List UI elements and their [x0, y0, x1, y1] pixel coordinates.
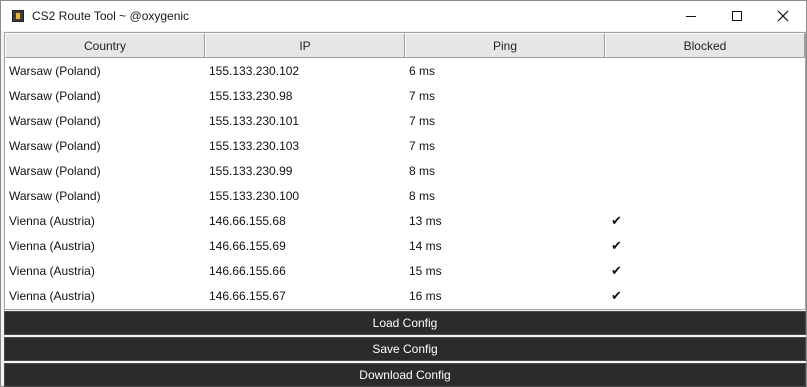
title-bar[interactable]: CS2 Route Tool ~ @oxygenic [1, 1, 806, 31]
cell-country: Vienna (Austria) [9, 213, 95, 228]
minimize-icon [686, 15, 696, 17]
cell-ping: 13 ms [409, 213, 442, 228]
app-window: CS2 Route Tool ~ @oxygenic Country IP Pi… [0, 0, 807, 387]
cell-country: Vienna (Austria) [9, 263, 95, 278]
download-config-button[interactable]: Download Config [4, 363, 806, 387]
cell-ip: 146.66.155.68 [209, 213, 286, 228]
cell-ping: 6 ms [409, 63, 436, 78]
cell-ip: 155.133.230.103 [209, 138, 300, 153]
window-title: CS2 Route Tool ~ @oxygenic [32, 9, 190, 23]
cell-ip: 146.66.155.69 [209, 238, 286, 253]
save-config-button[interactable]: Save Config [4, 337, 806, 361]
cell-country: Warsaw (Poland) [9, 113, 101, 128]
table-row[interactable]: Warsaw (Poland) 155.133.230.102 6 ms [5, 58, 805, 83]
cell-ping: 16 ms [409, 288, 442, 303]
cell-ping: 14 ms [409, 238, 442, 253]
load-config-button[interactable]: Load Config [4, 311, 806, 335]
server-table: Country IP Ping Blocked Warsaw (Poland) 1… [4, 32, 806, 310]
cell-ip: 155.133.230.100 [209, 188, 300, 203]
cell-ping: 8 ms [409, 163, 436, 178]
cell-country: Warsaw (Poland) [9, 188, 101, 203]
cell-country: Warsaw (Poland) [9, 138, 101, 153]
table-row[interactable]: Warsaw (Poland) 155.133.230.103 7 ms [5, 133, 805, 158]
cell-ping: 15 ms [409, 263, 442, 278]
cell-ip: 155.133.230.102 [209, 63, 300, 78]
cell-country: Warsaw (Poland) [9, 163, 101, 178]
cell-ping: 7 ms [409, 88, 436, 103]
cell-ip: 155.133.230.98 [209, 88, 293, 103]
cell-blocked: ✔ [611, 237, 622, 253]
cell-ip: 155.133.230.99 [209, 163, 293, 178]
app-icon [12, 10, 24, 22]
cell-blocked: ✔ [611, 262, 622, 278]
cell-ping: 7 ms [409, 138, 436, 153]
table-row[interactable]: Vienna (Austria) 146.66.155.66 15 ms ✔ [5, 258, 805, 283]
maximize-icon [732, 11, 742, 21]
close-icon [777, 10, 789, 22]
table-row[interactable]: Warsaw (Poland) 155.133.230.100 8 ms [5, 183, 805, 208]
cell-ip: 146.66.155.67 [209, 288, 286, 303]
minimize-button[interactable] [668, 1, 714, 31]
table-row[interactable]: Vienna (Austria) 146.66.155.67 16 ms ✔ [5, 283, 805, 308]
maximize-button[interactable] [714, 1, 760, 31]
column-header-ip[interactable]: IP [205, 33, 405, 58]
cell-country: Vienna (Austria) [9, 238, 95, 253]
cell-country: Warsaw (Poland) [9, 88, 101, 103]
cell-ping: 8 ms [409, 188, 436, 203]
cell-ip: 146.66.155.66 [209, 263, 286, 278]
close-button[interactable] [760, 1, 806, 31]
cell-ping: 7 ms [409, 113, 436, 128]
table-row[interactable]: Warsaw (Poland) 155.133.230.101 7 ms [5, 108, 805, 133]
column-header-blocked[interactable]: Blocked [605, 33, 805, 58]
table-body: Warsaw (Poland) 155.133.230.102 6 ms Warsaw… [5, 58, 805, 308]
table-row[interactable]: Vienna (Austria) 146.66.155.69 14 ms ✔ [5, 233, 805, 258]
table-row[interactable]: Vienna (Austria) 146.66.155.68 13 ms ✔ [5, 208, 805, 233]
cell-country: Vienna (Austria) [9, 288, 95, 303]
column-header-country[interactable]: Country [5, 33, 205, 58]
cell-blocked: ✔ [611, 212, 622, 228]
table-header: Country IP Ping Blocked [5, 33, 805, 58]
column-header-ping[interactable]: Ping [405, 33, 605, 58]
cell-blocked: ✔ [611, 287, 622, 303]
cell-ip: 155.133.230.101 [209, 113, 300, 128]
table-row[interactable]: Warsaw (Poland) 155.133.230.98 7 ms [5, 83, 805, 108]
cell-country: Warsaw (Poland) [9, 63, 101, 78]
table-row[interactable]: Warsaw (Poland) 155.133.230.99 8 ms [5, 158, 805, 183]
